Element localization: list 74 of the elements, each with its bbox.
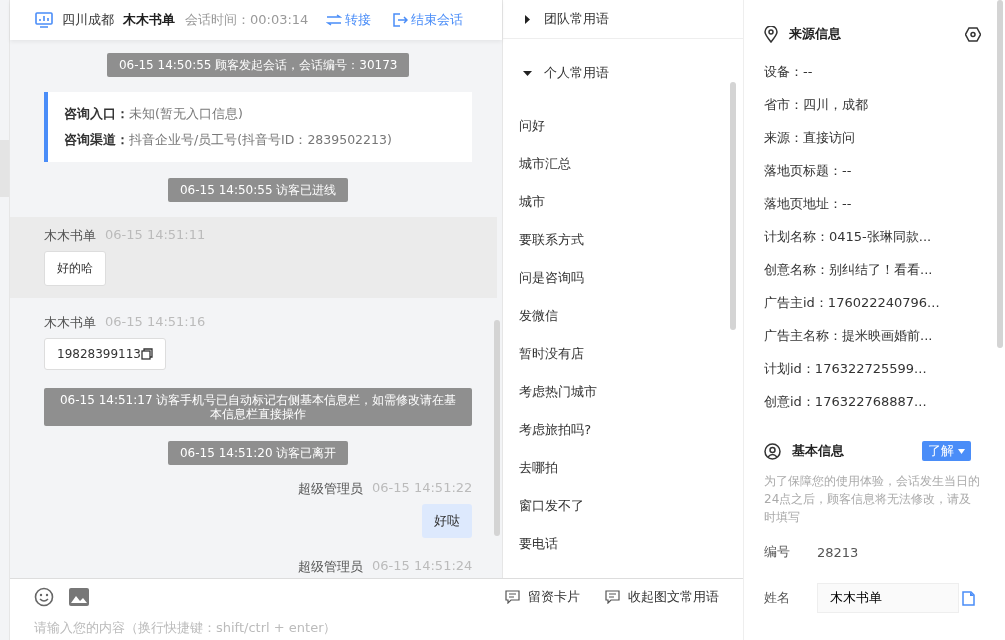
info-row-text: 设备：-- — [764, 63, 814, 81]
system-notice: 06-15 14:51:20 访客已离开 — [167, 441, 349, 465]
message-time: 06-15 14:51:22 — [372, 480, 473, 497]
entry-label: 咨询入口： — [64, 106, 129, 121]
field-label: 编号 — [764, 543, 791, 561]
message-input[interactable]: 请输入您的内容（换行快捷键：shift/ctrl + enter） — [34, 617, 719, 637]
info-row-text: 省市：四川，成都 — [764, 96, 869, 114]
composer-action[interactable]: 留资卡片 — [505, 588, 580, 606]
exit-icon — [393, 13, 409, 27]
info-row-text: 落地页地址：-- — [764, 195, 853, 213]
message-bubble: 好哒 — [422, 504, 473, 538]
system-notice: 06-15 14:51:17 访客手机号已自动标记右侧基本信息栏，如需修改请在基本信息栏直接操作 — [44, 388, 473, 426]
phrase-group-header[interactable]: 个人常用语 — [503, 39, 743, 107]
monitor-icon — [35, 12, 53, 28]
document-icon[interactable] — [962, 590, 975, 606]
image-icon[interactable] — [69, 588, 89, 606]
sender-name: 木木书单 — [44, 314, 96, 332]
phrase-item[interactable]: 考虑旅拍吗? — [503, 411, 743, 449]
sender-name: 超级管理员 — [298, 480, 364, 498]
smiley-icon[interactable] — [34, 587, 54, 607]
entry-label: 咨询渠道： — [64, 132, 129, 147]
composer-action[interactable]: 收起图文常用语 — [605, 588, 719, 606]
caret-right-icon — [523, 14, 533, 24]
phrase-item[interactable]: 暂时没有店 — [503, 335, 743, 373]
message-text: 19828399113 — [57, 347, 141, 361]
phrase-group-header[interactable]: 团队常用语 — [503, 0, 743, 39]
notice-text: 为了保障您的使用体验，会话发生当日的24点之后，顾客信息将无法修改，请及时填写 — [764, 473, 981, 526]
info-row-text: 落地页标题：-- — [764, 162, 853, 180]
section-title: 基本信息 — [792, 442, 844, 460]
user-circle-icon — [764, 442, 781, 460]
message-time: 06-15 14:51:24 — [372, 558, 473, 575]
info-row-text: 来源：直接访问 — [764, 129, 856, 147]
sender-name: 超级管理员 — [298, 558, 364, 576]
system-notice: 06-15 14:50:55 顾客发起会话，会话编号：30173 — [106, 53, 410, 77]
info-row-text: 创意名称：别纠结了！看看... — [764, 261, 934, 279]
caret-down-icon — [523, 68, 533, 78]
phrase-item[interactable]: 问是咨询吗 — [503, 259, 743, 297]
phrase-item[interactable]: 城市汇总 — [503, 145, 743, 183]
phrase-item[interactable]: 问好 — [503, 107, 743, 145]
phrase-item[interactable]: 考虑热门城市 — [503, 373, 743, 411]
message-time: 06-15 14:51:16 — [105, 314, 206, 331]
message-text: 好的哈 — [57, 260, 93, 277]
copy-icon[interactable] — [141, 348, 153, 360]
info-row-text: 计划id：176322725599... — [764, 360, 928, 378]
hexagon-settings-icon[interactable] — [965, 26, 981, 42]
info-row-text: 广告主名称：提米映画婚前... — [764, 327, 934, 345]
name-field[interactable]: 木木书单 — [817, 583, 959, 613]
scrollbar[interactable] — [494, 320, 501, 536]
visitor-name: 木木书单 — [123, 11, 175, 29]
swap-icon — [326, 14, 343, 26]
caret-down-icon — [958, 448, 965, 454]
phrase-item[interactable]: 窗口发不了 — [503, 487, 743, 525]
entry-value: 抖音企业号/员工号(抖音号ID：2839502213) — [129, 132, 392, 147]
phrase-item[interactable]: 去哪拍 — [503, 449, 743, 487]
info-row-text: 广告主id：176022240796... — [764, 294, 941, 312]
phrase-item[interactable]: 发微信 — [503, 297, 743, 335]
field-label: 姓名 — [764, 589, 791, 607]
location-pin-icon — [764, 25, 778, 43]
section-title: 来源信息 — [789, 25, 841, 43]
scrollbar[interactable] — [997, 0, 1003, 348]
info-row-text: 创意id：176322768887... — [764, 393, 928, 411]
session-duration: 会话时间：00:03:14 — [185, 11, 309, 29]
sender-name: 木木书单 — [44, 227, 96, 245]
entry-value: 未知(暂无入口信息) — [129, 106, 243, 121]
field-value: 28213 — [817, 544, 859, 560]
scrollbar[interactable] — [730, 82, 736, 330]
phrase-item[interactable]: 城市 — [503, 183, 743, 221]
phrase-item[interactable]: 要联系方式 — [503, 221, 743, 259]
comment-icon — [505, 590, 520, 604]
comment-icon — [605, 590, 620, 604]
location-text: 四川成都 — [62, 11, 114, 29]
system-notice: 06-15 14:50:55 访客已进线 — [167, 178, 349, 202]
phrase-item[interactable]: 要电话 — [503, 525, 743, 563]
info-row-text: 计划名称：0415-张琳同款... — [764, 228, 933, 246]
